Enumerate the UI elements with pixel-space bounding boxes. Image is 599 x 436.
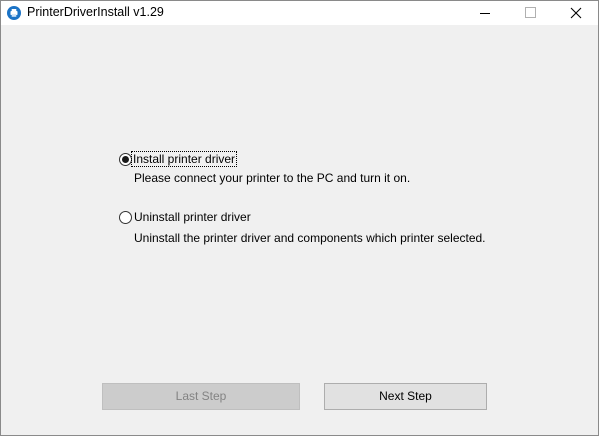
- maximize-icon: [525, 7, 536, 18]
- printer-app-icon: [7, 6, 21, 20]
- window-title: PrinterDriverInstall v1.29: [27, 5, 164, 19]
- uninstall-radio[interactable]: [119, 211, 132, 224]
- install-option-description: Please connect your printer to the PC an…: [134, 171, 411, 185]
- installer-window: PrinterDriverInstall v1.29 Install print…: [0, 0, 599, 436]
- next-step-button[interactable]: Next Step: [324, 383, 487, 410]
- close-icon: [570, 7, 582, 19]
- install-option-label[interactable]: Install printer driver: [130, 151, 238, 167]
- uninstall-option-description: Uninstall the printer driver and compone…: [134, 231, 486, 245]
- title-bar[interactable]: PrinterDriverInstall v1.29: [1, 1, 598, 25]
- maximize-button[interactable]: [508, 1, 554, 25]
- minimize-button[interactable]: [462, 1, 508, 25]
- radio-selected-dot: [122, 156, 129, 163]
- last-step-button[interactable]: Last Step: [102, 383, 300, 410]
- install-radio[interactable]: [119, 153, 132, 166]
- client-area: Install printer driver Please connect yo…: [1, 26, 598, 435]
- uninstall-option-label[interactable]: Uninstall printer driver: [134, 210, 251, 224]
- close-button[interactable]: [553, 1, 599, 25]
- minimize-icon: [480, 13, 490, 14]
